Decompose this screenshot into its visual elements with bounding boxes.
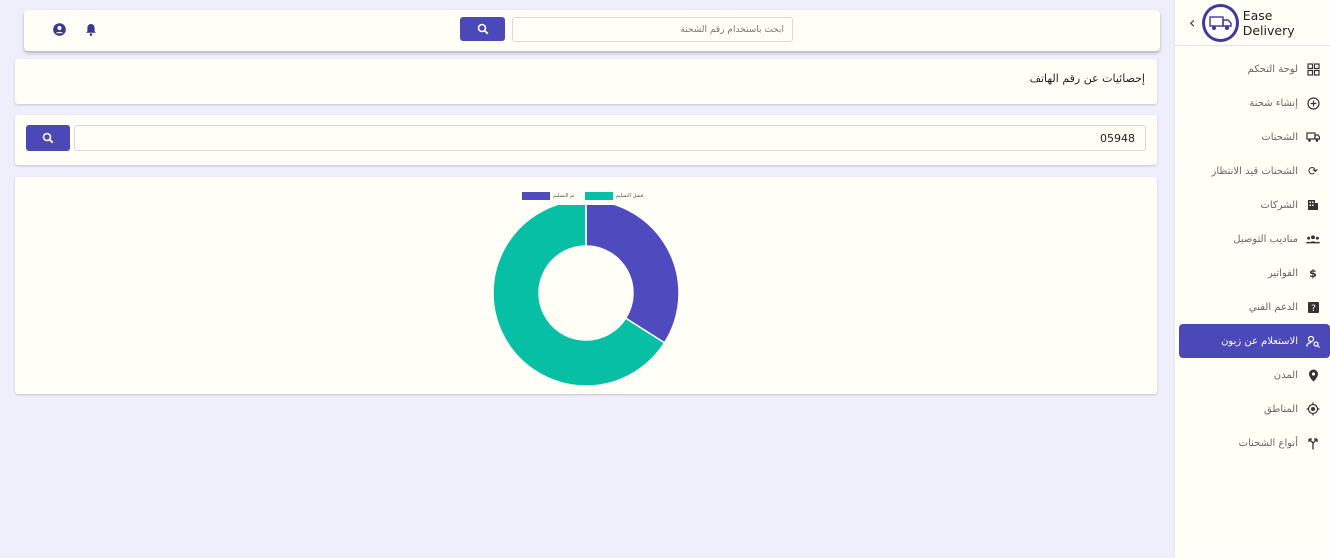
sidebar-item-regions[interactable]: المناطق [1175,392,1330,426]
invoice-icon: $ [1309,266,1317,280]
bell-icon[interactable] [84,22,98,36]
search-icon [477,23,488,35]
add-circle-icon [1306,96,1320,110]
support-icon: ? [1306,300,1320,314]
top-bar-icons [52,22,98,36]
legend-swatch [522,192,550,200]
refresh-icon: ⟳ [1307,164,1319,178]
legend-item-delivered[interactable]: تم التسليم [522,192,575,200]
sidebar-item-label: لوحة التحكم [1247,63,1298,75]
sidebar-item-companies[interactable]: الشركات [1175,188,1330,222]
page-title-card: إحصائيات عن رقم الهاتف [15,59,1157,104]
sidebar-menu: لوحة التحكم إنشاء شحنة الشحنات الشحنات ق… [1175,46,1330,460]
sidebar-item-label: الشحنات [1261,131,1298,143]
location-pin-icon [1306,368,1320,382]
svg-text:?: ? [1311,304,1316,314]
sidebar-item-label: الدعم الفني [1248,301,1298,313]
sidebar-item-label: الفواتير [1267,267,1298,279]
sidebar-item-label: الاستعلام عن زبون [1221,335,1298,347]
truck-logo-icon [1208,15,1232,30]
sidebar-item-couriers[interactable]: مناديب التوصيل [1175,222,1330,256]
sidebar-item-label: أنواع الشحنات [1238,437,1298,449]
phone-search-card [15,115,1157,165]
phone-number-input[interactable] [74,125,1146,151]
legend-label: فشل التسليم [615,193,644,199]
sidebar-item-label: إنشاء شحنة [1249,97,1298,109]
page-title: إحصائيات عن رقم الهاتف [1029,72,1145,85]
legend-item-failed[interactable]: فشل التسليم [584,192,644,200]
target-icon [1306,402,1320,416]
sidebar-item-label: المناطق [1264,403,1298,415]
sidebar-item-support[interactable]: الدعم الفني ? [1175,290,1330,324]
person-search-icon [1306,334,1320,348]
sidebar-item-label: الشركات [1260,199,1299,211]
people-icon [1306,232,1320,246]
shipment-search-button[interactable] [460,17,505,41]
sidebar-header: ‹ Ease Delivery [1175,0,1330,46]
delivery-stats-chart-card: تم التسليم فشل التسليم [15,177,1157,394]
sidebar-item-label: مناديب التوصيل [1233,233,1298,245]
donut-chart [492,205,680,385]
sidebar-item-label: الشحنات قيد الانتظار [1211,165,1298,177]
sidebar-item-dashboard[interactable]: لوحة التحكم [1175,52,1330,86]
building-icon [1306,198,1320,212]
legend-swatch [584,192,613,200]
brand-name: Ease Delivery [1242,7,1295,38]
search-icon [42,132,54,144]
account-circle-icon[interactable] [52,22,66,36]
sidebar-item-cities[interactable]: المدن [1175,358,1330,392]
chevron-left-icon[interactable]: ‹ [1189,13,1202,32]
sidebar-item-shipment-types[interactable]: أنواع الشحنات [1175,426,1330,460]
sidebar-item-shipments[interactable]: الشحنات [1175,120,1330,154]
brand[interactable]: Ease Delivery [1202,3,1324,42]
shipment-search [460,17,793,42]
brand-logo [1202,3,1239,42]
split-arrow-icon [1306,436,1320,450]
shipment-search-input[interactable] [512,17,793,42]
truck-icon [1306,130,1320,144]
phone-search-button[interactable] [26,125,70,151]
chart-legend: تم التسليم فشل التسليم [522,192,643,200]
sidebar-item-customer-lookup[interactable]: الاستعلام عن زبون [1179,324,1330,358]
sidebar: ‹ Ease Delivery لوحة التحكم إنشاء شحنة ا… [1174,0,1330,558]
sidebar-item-invoices[interactable]: الفواتير $ [1175,256,1330,290]
sidebar-item-pending-shipments[interactable]: الشحنات قيد الانتظار ⟳ [1175,154,1330,188]
dashboard-icon [1306,62,1320,76]
top-bar [24,10,1160,51]
sidebar-item-label: المدن [1273,369,1298,381]
sidebar-item-create-shipment[interactable]: إنشاء شحنة [1175,86,1330,120]
legend-label: تم التسليم [553,193,575,199]
